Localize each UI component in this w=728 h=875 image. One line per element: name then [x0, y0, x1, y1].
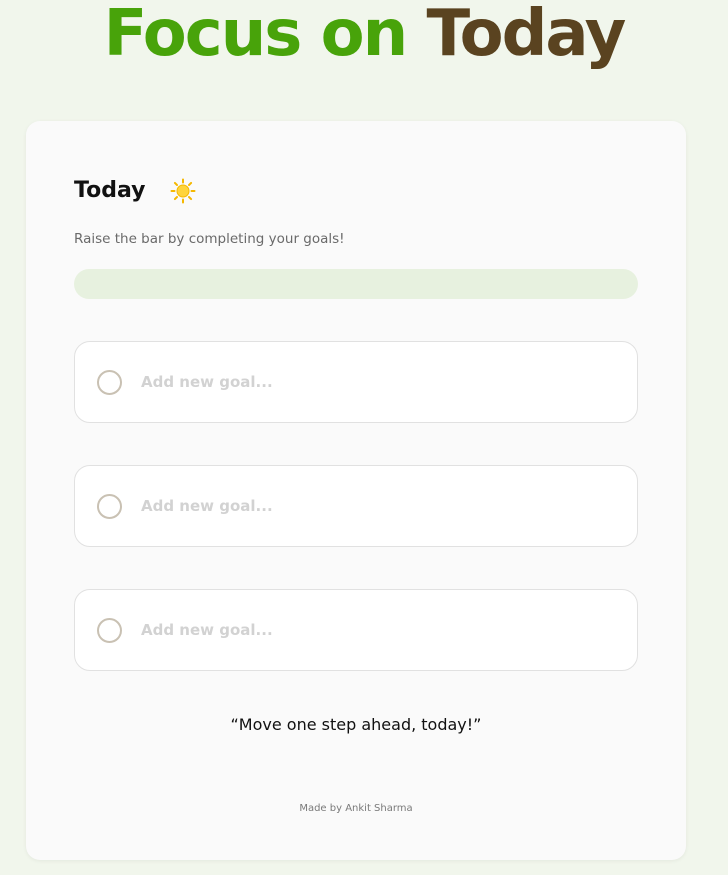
- page-title-word-today: Today: [426, 0, 626, 71]
- goal-input-1[interactable]: [141, 364, 611, 400]
- goal-input-2[interactable]: [141, 488, 611, 524]
- goal-item-1: [74, 341, 638, 423]
- goal-input-3[interactable]: [141, 612, 611, 648]
- card-subtitle: Raise the bar by completing your goals!: [74, 231, 345, 247]
- card-title: Today: [74, 178, 146, 203]
- page-title-word-focus: Focus on: [103, 0, 408, 71]
- goal-checkbox-1[interactable]: [97, 370, 122, 395]
- author-credit: Made by Ankit Sharma: [299, 803, 413, 814]
- progress-bar: [74, 269, 638, 299]
- page-title: Focus on Today: [0, 0, 728, 72]
- goals-card: Today Raise the bar by completing your g…: [26, 121, 686, 860]
- sun-icon: [170, 178, 196, 204]
- motivational-quote: “Move one step ahead, today!”: [230, 715, 482, 734]
- goal-item-2: [74, 465, 638, 547]
- goal-checkbox-3[interactable]: [97, 618, 122, 643]
- app-page: Focus on Today Today Raise the bar by co…: [0, 0, 728, 875]
- goal-item-3: [74, 589, 638, 671]
- goal-checkbox-2[interactable]: [97, 494, 122, 519]
